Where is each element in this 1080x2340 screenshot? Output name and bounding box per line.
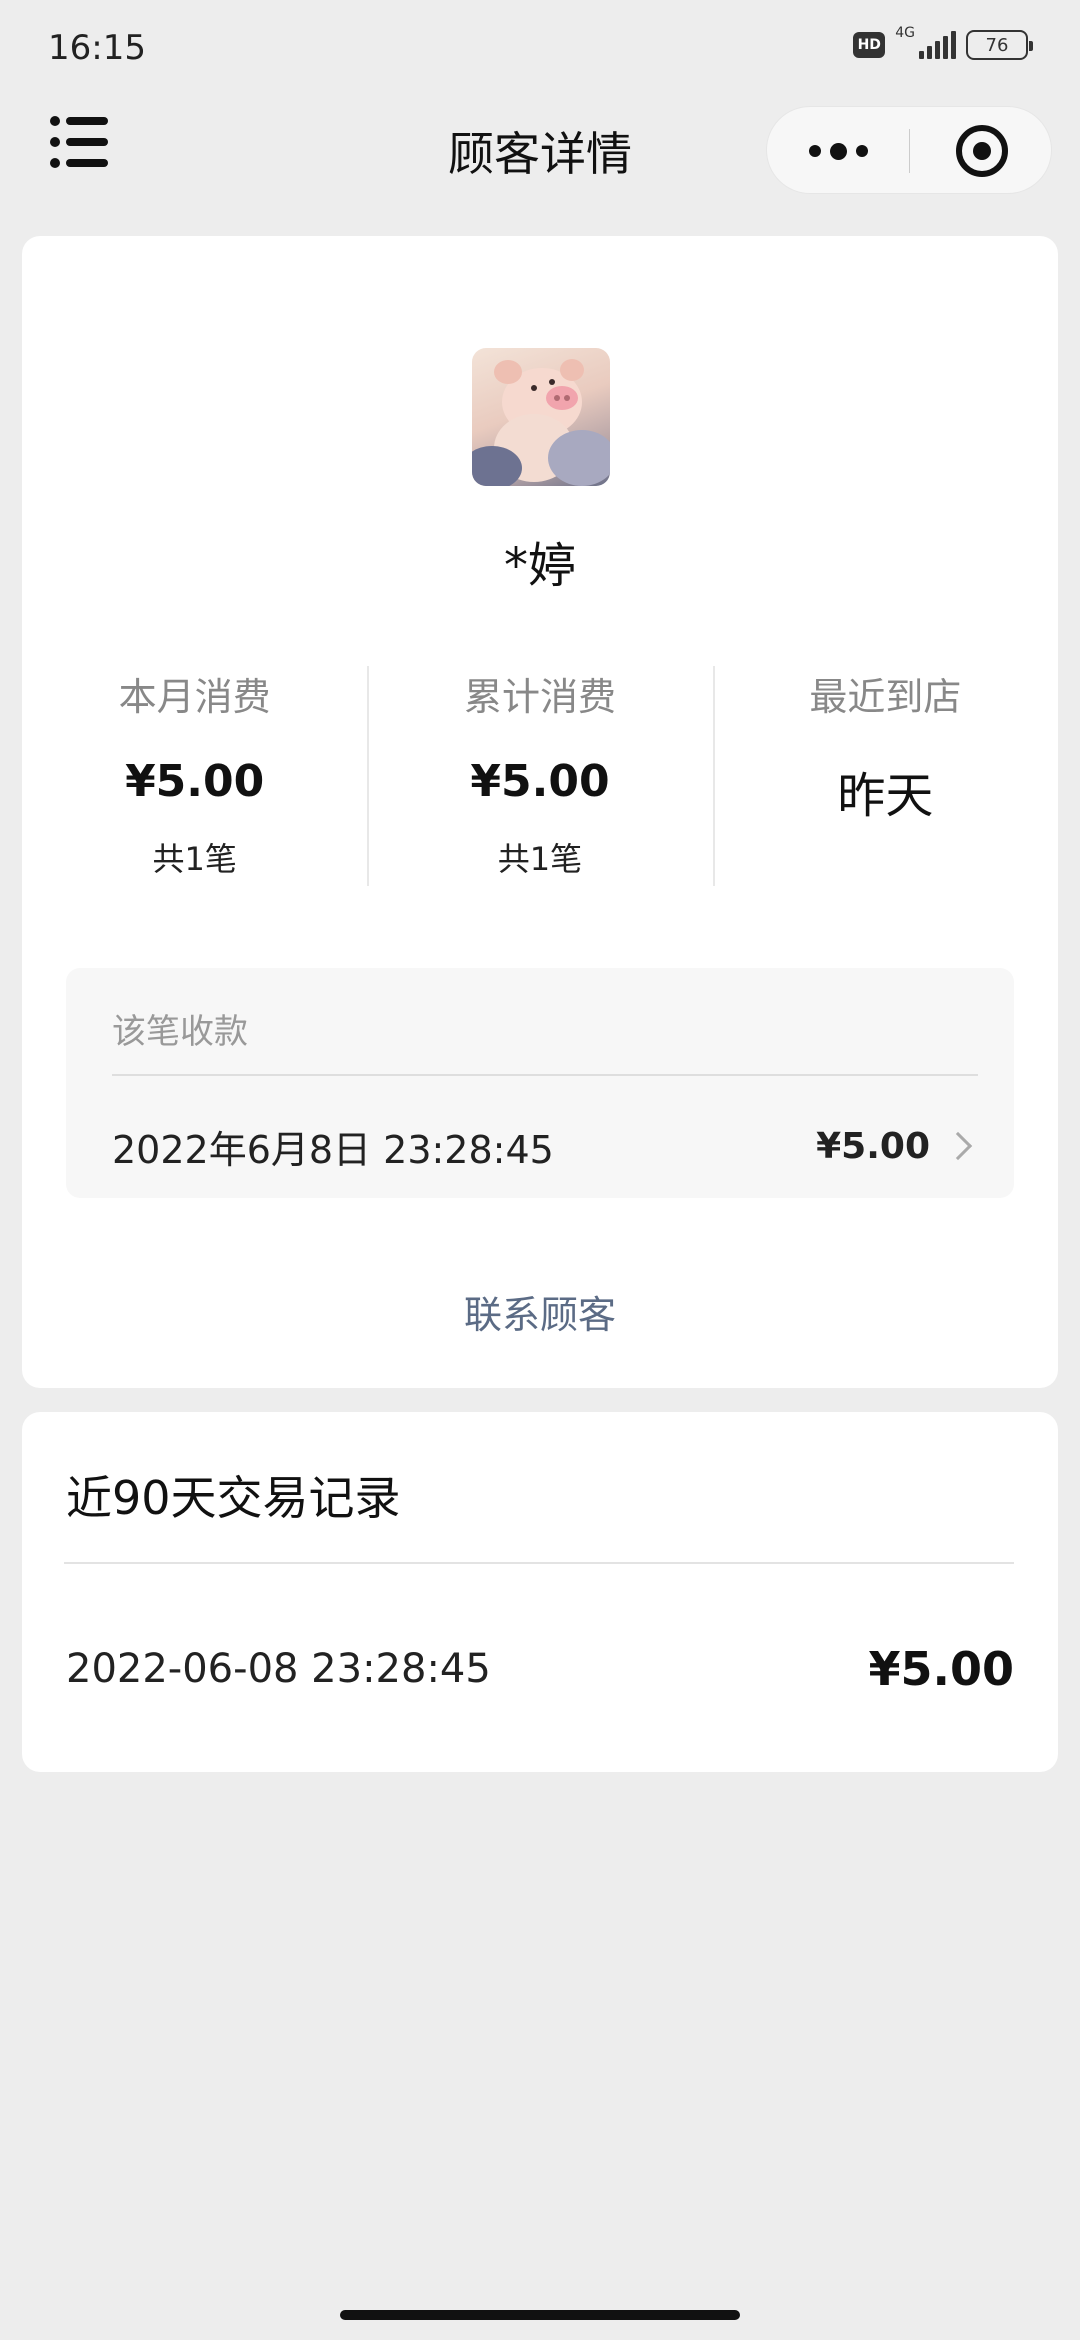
close-button[interactable] bbox=[910, 107, 1053, 195]
records-card: 近90天交易记录 2022-06-08 23:28:45 ¥5.00 bbox=[22, 1412, 1058, 1772]
battery-icon: 76 bbox=[966, 30, 1033, 60]
divider bbox=[64, 1562, 1014, 1564]
contact-customer-button[interactable]: 联系顾客 bbox=[22, 1284, 1058, 1339]
customer-name: *婷 bbox=[503, 538, 576, 594]
screen: 16:15 HD 4G 76 顾客详情 *婷 本月消费 ¥5.00 共1笔 累计… bbox=[0, 0, 1080, 2340]
stat-label: 最近到店 bbox=[809, 675, 962, 719]
stats-row: 本月消费 ¥5.00 共1笔 累计消费 ¥5.00 共1笔 最近到店 昨天 bbox=[22, 666, 1058, 896]
stat-monthly-spend: 本月消费 ¥5.00 共1笔 bbox=[22, 666, 367, 896]
list-item[interactable]: 2022-06-08 23:28:45 ¥5.00 bbox=[66, 1642, 1014, 1696]
records-title: 近90天交易记录 bbox=[66, 1471, 401, 1525]
hd-icon: HD bbox=[853, 32, 886, 58]
stat-total-spend: 累计消费 ¥5.00 共1笔 bbox=[367, 666, 712, 896]
payment-row[interactable]: 2022年6月8日 23:28:45 ¥5.00 bbox=[112, 1118, 978, 1174]
payment-box: 该笔收款 2022年6月8日 23:28:45 ¥5.00 bbox=[66, 968, 1014, 1198]
home-indicator[interactable] bbox=[340, 2310, 740, 2320]
payment-time: 2022年6月8日 23:28:45 bbox=[112, 1127, 554, 1172]
battery-level: 76 bbox=[985, 34, 1009, 56]
stat-count: 共1笔 bbox=[497, 840, 583, 878]
status-time: 16:15 bbox=[48, 28, 146, 68]
payment-header: 该笔收款 bbox=[112, 1012, 248, 1052]
status-bar: 16:15 HD 4G 76 bbox=[0, 0, 1080, 96]
chevron-right-icon bbox=[943, 1131, 973, 1161]
avatar bbox=[472, 348, 610, 486]
network-type: 4G bbox=[895, 25, 915, 41]
stat-value: 昨天 bbox=[837, 768, 934, 824]
stat-value: ¥5.00 bbox=[470, 756, 610, 807]
payment-amount: ¥5.00 bbox=[816, 1125, 930, 1167]
stat-label: 累计消费 bbox=[463, 675, 616, 719]
target-icon bbox=[955, 125, 1008, 177]
stat-value: ¥5.00 bbox=[125, 756, 265, 807]
status-indicators: HD 4G 76 bbox=[853, 25, 1033, 60]
divider bbox=[112, 1074, 978, 1076]
signal-icon bbox=[919, 31, 956, 59]
nav-bar: 顾客详情 bbox=[0, 96, 1080, 196]
record-amount: ¥5.00 bbox=[868, 1642, 1014, 1696]
more-dots-icon bbox=[808, 145, 821, 157]
record-time: 2022-06-08 23:28:45 bbox=[66, 1646, 491, 1692]
stat-count: 共1笔 bbox=[152, 840, 237, 878]
stat-label: 本月消费 bbox=[118, 675, 271, 719]
customer-card: *婷 本月消费 ¥5.00 共1笔 累计消费 ¥5.00 共1笔 最近到店 昨天… bbox=[22, 236, 1058, 1388]
pig-avatar-image bbox=[472, 359, 610, 486]
mini-program-capsule bbox=[766, 106, 1052, 194]
more-button[interactable] bbox=[767, 107, 909, 195]
stat-last-visit: 最近到店 昨天 bbox=[712, 666, 1058, 896]
